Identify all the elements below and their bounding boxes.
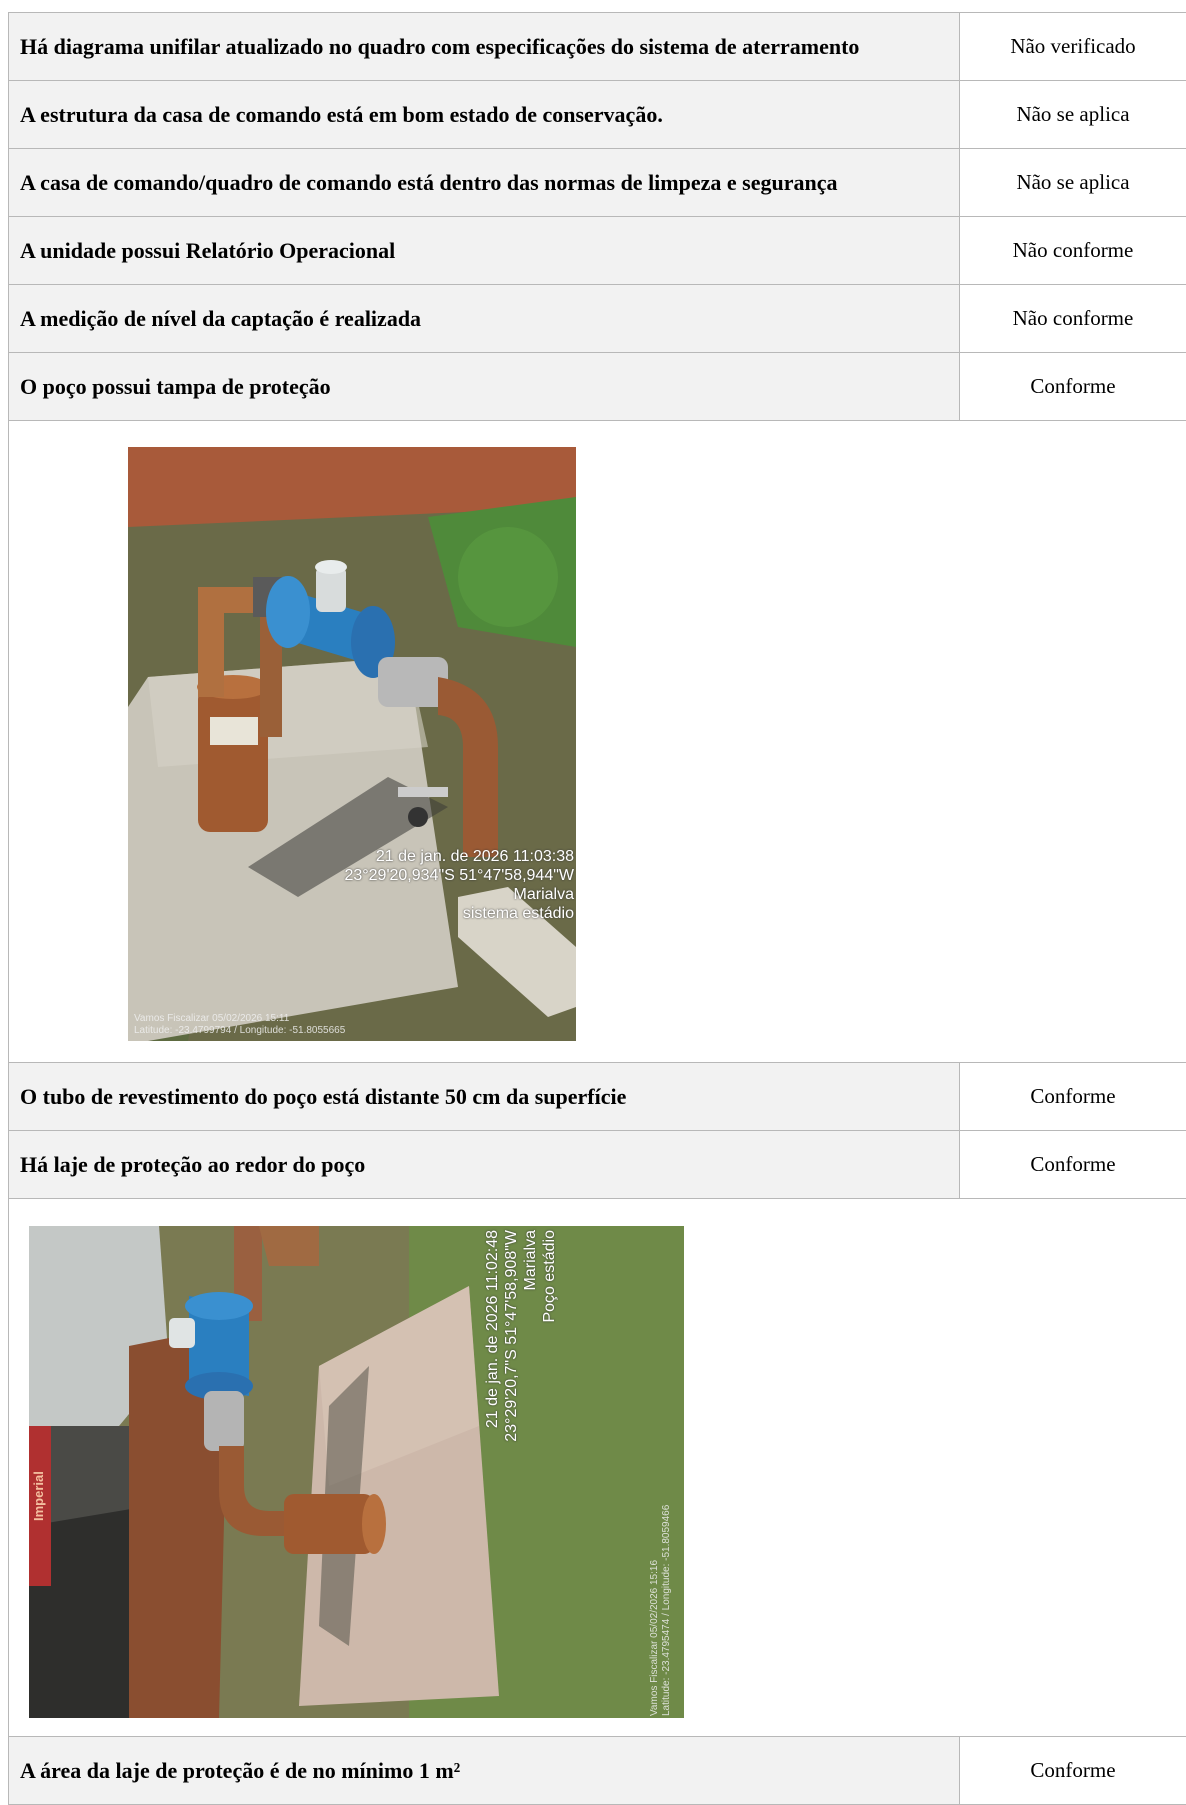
stamp-line: 23°29'20,7"S 51°47'58,908"W	[503, 1230, 520, 1442]
answer-cell: Não conforme	[1012, 306, 1134, 330]
checklist-row: A estrutura da casa de comando está em b…	[8, 81, 1186, 149]
question-cell: A casa de comando/quadro de comando está…	[8, 149, 960, 216]
well-cap-photo: 21 de jan. de 2026 11:03:38 23°29'20,934…	[128, 447, 576, 1041]
question-cell: A medição de nível da captação é realiza…	[8, 285, 960, 352]
stamp-line: 21 de jan. de 2026 11:03:38	[375, 848, 574, 865]
checklist-row: A unidade possui Relatório Operacional N…	[8, 217, 1186, 285]
question-cell: Há diagrama unifilar atualizado no quadr…	[8, 13, 960, 80]
question-cell: A unidade possui Relatório Operacional	[8, 217, 960, 284]
answer-cell: Não se aplica	[1016, 170, 1130, 194]
wall-sign-text: Imperial	[31, 1471, 46, 1521]
checklist-table: Há diagrama unifilar atualizado no quadr…	[8, 12, 1186, 1805]
photo-row: 21 de jan. de 2026 11:02:48 23°29'20,7"S…	[8, 1199, 1186, 1737]
answer-cell: Conforme	[1030, 1758, 1116, 1782]
stamp-line: 21 de jan. de 2026 11:02:48	[484, 1230, 501, 1429]
answer-cell: Não conforme	[1012, 238, 1134, 262]
stamp-line: Marialva	[522, 1230, 539, 1291]
footer-line: Latitude: -23.4795474 / Longitude: -51.8…	[661, 1504, 672, 1716]
photo-row: 21 de jan. de 2026 11:03:38 23°29'20,934…	[8, 421, 1186, 1063]
answer-cell: Não se aplica	[1016, 102, 1130, 126]
photo-timestamp-stamp: 21 de jan. de 2026 11:03:38 23°29'20,934…	[344, 847, 574, 923]
checklist-row: A casa de comando/quadro de comando está…	[8, 149, 1186, 217]
photo-app-footer: Vamos Fiscalizar 05/02/2026 15:16 Latitu…	[649, 1466, 679, 1716]
answer-cell: Conforme	[1030, 374, 1116, 398]
stamp-line: 23°29'20,934"S 51°47'58,944"W	[344, 867, 574, 884]
question-cell: Há laje de proteção ao redor do poço	[8, 1131, 960, 1198]
question-cell: O poço possui tampa de proteção	[8, 353, 960, 420]
question-cell: A área da laje de proteção é de no mínim…	[8, 1737, 960, 1804]
answer-cell: Não verificado	[1010, 34, 1136, 58]
footer-line: Vamos Fiscalizar 05/02/2026 15:16	[649, 1559, 660, 1716]
question-cell: O tubo de revestimento do poço está dist…	[8, 1063, 960, 1130]
stamp-line: Poço estádio	[541, 1230, 558, 1323]
photo-timestamp-stamp: 21 de jan. de 2026 11:02:48 23°29'20,7"S…	[483, 1230, 603, 1500]
footer-line: Vamos Fiscalizar 05/02/2026 15:11	[134, 1013, 290, 1024]
question-cell: A estrutura da casa de comando está em b…	[8, 81, 960, 148]
stamp-line: Marialva	[513, 886, 574, 903]
photo-app-footer: Vamos Fiscalizar 05/02/2026 15:11 Latitu…	[134, 1013, 345, 1037]
well-cap-photo-image	[128, 447, 576, 1041]
footer-line: Latitude: -23.4799794 / Longitude: -51.8…	[134, 1025, 346, 1036]
checklist-row: A área da laje de proteção é de no mínim…	[8, 1737, 1186, 1805]
checklist-row: Há diagrama unifilar atualizado no quadr…	[8, 13, 1186, 81]
answer-cell: Conforme	[1030, 1152, 1116, 1176]
checklist-row: O tubo de revestimento do poço está dist…	[8, 1063, 1186, 1131]
well-slab-photo: 21 de jan. de 2026 11:02:48 23°29'20,7"S…	[29, 1226, 684, 1718]
checklist-row: O poço possui tampa de proteção Conforme	[8, 353, 1186, 421]
wall-sign: Imperial	[31, 1441, 51, 1521]
answer-cell: Conforme	[1030, 1084, 1116, 1108]
checklist-row: A medição de nível da captação é realiza…	[8, 285, 1186, 353]
checklist-row: Há laje de proteção ao redor do poço Con…	[8, 1131, 1186, 1199]
stamp-line: sistema estádio	[462, 905, 574, 922]
